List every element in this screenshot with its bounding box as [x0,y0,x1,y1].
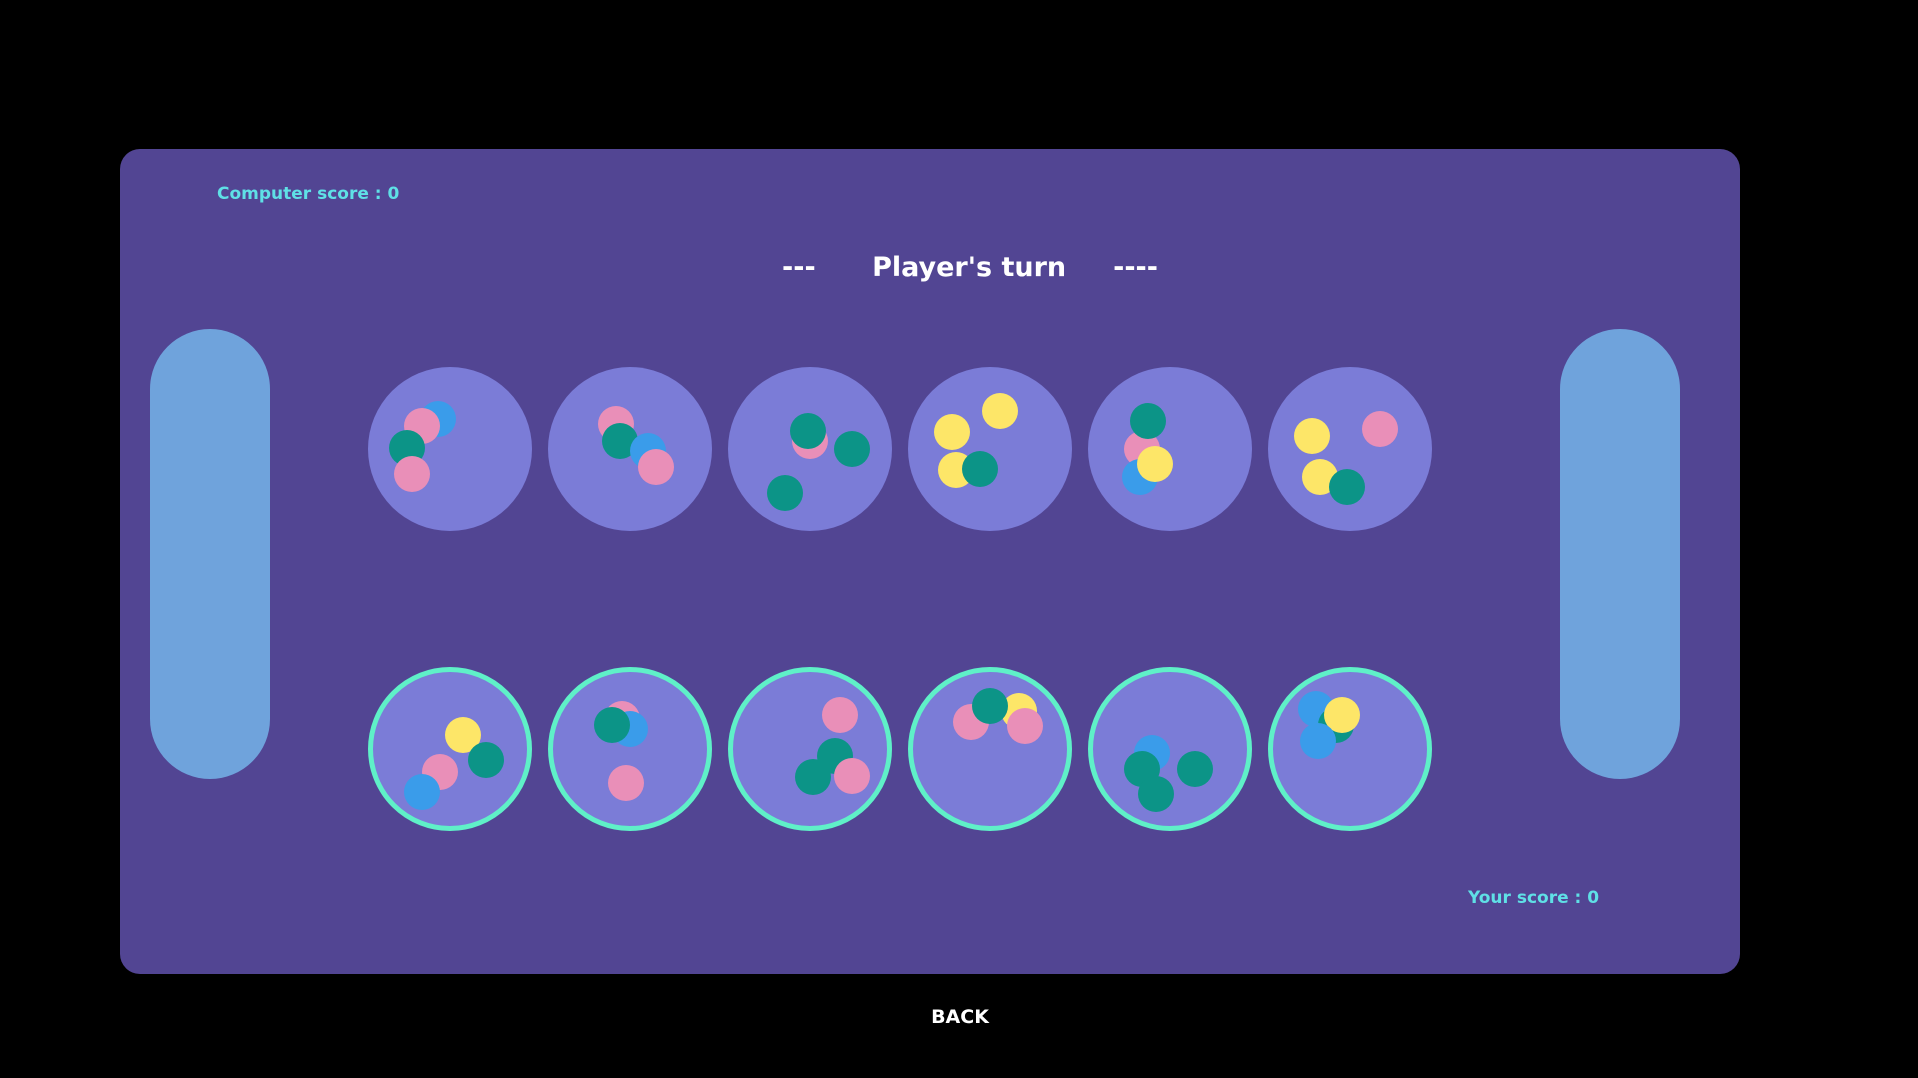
seed-teal [795,759,831,795]
seed-teal [468,742,504,778]
computer-score: Computer score : 0 [217,184,400,204]
pit-seeds [1122,403,1173,495]
pit-seeds [1298,691,1360,759]
seed-yellow [982,393,1018,429]
seed-teal [972,688,1008,724]
player-pit-2[interactable] [548,667,712,831]
seed-teal [1177,751,1213,787]
pit-seeds [795,697,870,795]
computer-pit-2 [548,367,712,531]
pit-seeds [598,406,674,485]
computer-pit-5 [1088,367,1252,531]
player-store [1560,329,1680,779]
pit-seeds [404,717,504,810]
player-pit-4[interactable] [908,667,1072,831]
pit-seeds [1124,735,1213,812]
pit-seeds [389,401,456,492]
pit-seeds [934,393,1018,488]
seed-pink [608,765,644,801]
computer-pit-6 [1268,367,1432,531]
computer-pit-1 [368,367,532,531]
seed-yellow [1294,418,1330,454]
seed-blue [1300,723,1336,759]
seed-yellow [934,414,970,450]
seed-teal [790,413,826,449]
player-pit-3[interactable] [728,667,892,831]
player-pit-6[interactable] [1268,667,1432,831]
computer-pit-3 [728,367,892,531]
seed-teal [834,431,870,467]
player-pit-1[interactable] [368,667,532,831]
pit-seeds [594,701,648,801]
pit-seeds [767,413,870,511]
player-score: Your score : 0 [1468,888,1600,908]
seed-teal [1329,469,1365,505]
seed-teal [767,475,803,511]
seed-teal [594,707,630,743]
player-pit-5[interactable] [1088,667,1252,831]
seed-pink [834,758,870,794]
seed-blue [404,774,440,810]
game-board: Computer score : 0 --- Player's turn ---… [120,149,1740,974]
seed-yellow [1137,446,1173,482]
computer-store [150,329,270,779]
back-button[interactable]: BACK [900,1006,1020,1028]
seed-pink [1362,411,1398,447]
seed-pink [638,449,674,485]
pit-seeds [953,688,1043,744]
seed-pink [1007,708,1043,744]
seed-pink [822,697,858,733]
turn-indicator: --- Player's turn ---- [782,252,1158,283]
computer-pit-4 [908,367,1072,531]
seed-teal [962,451,998,487]
seed-teal [1138,776,1174,812]
seed-teal [1130,403,1166,439]
pit-seeds [1294,411,1398,505]
seed-pink [394,456,430,492]
